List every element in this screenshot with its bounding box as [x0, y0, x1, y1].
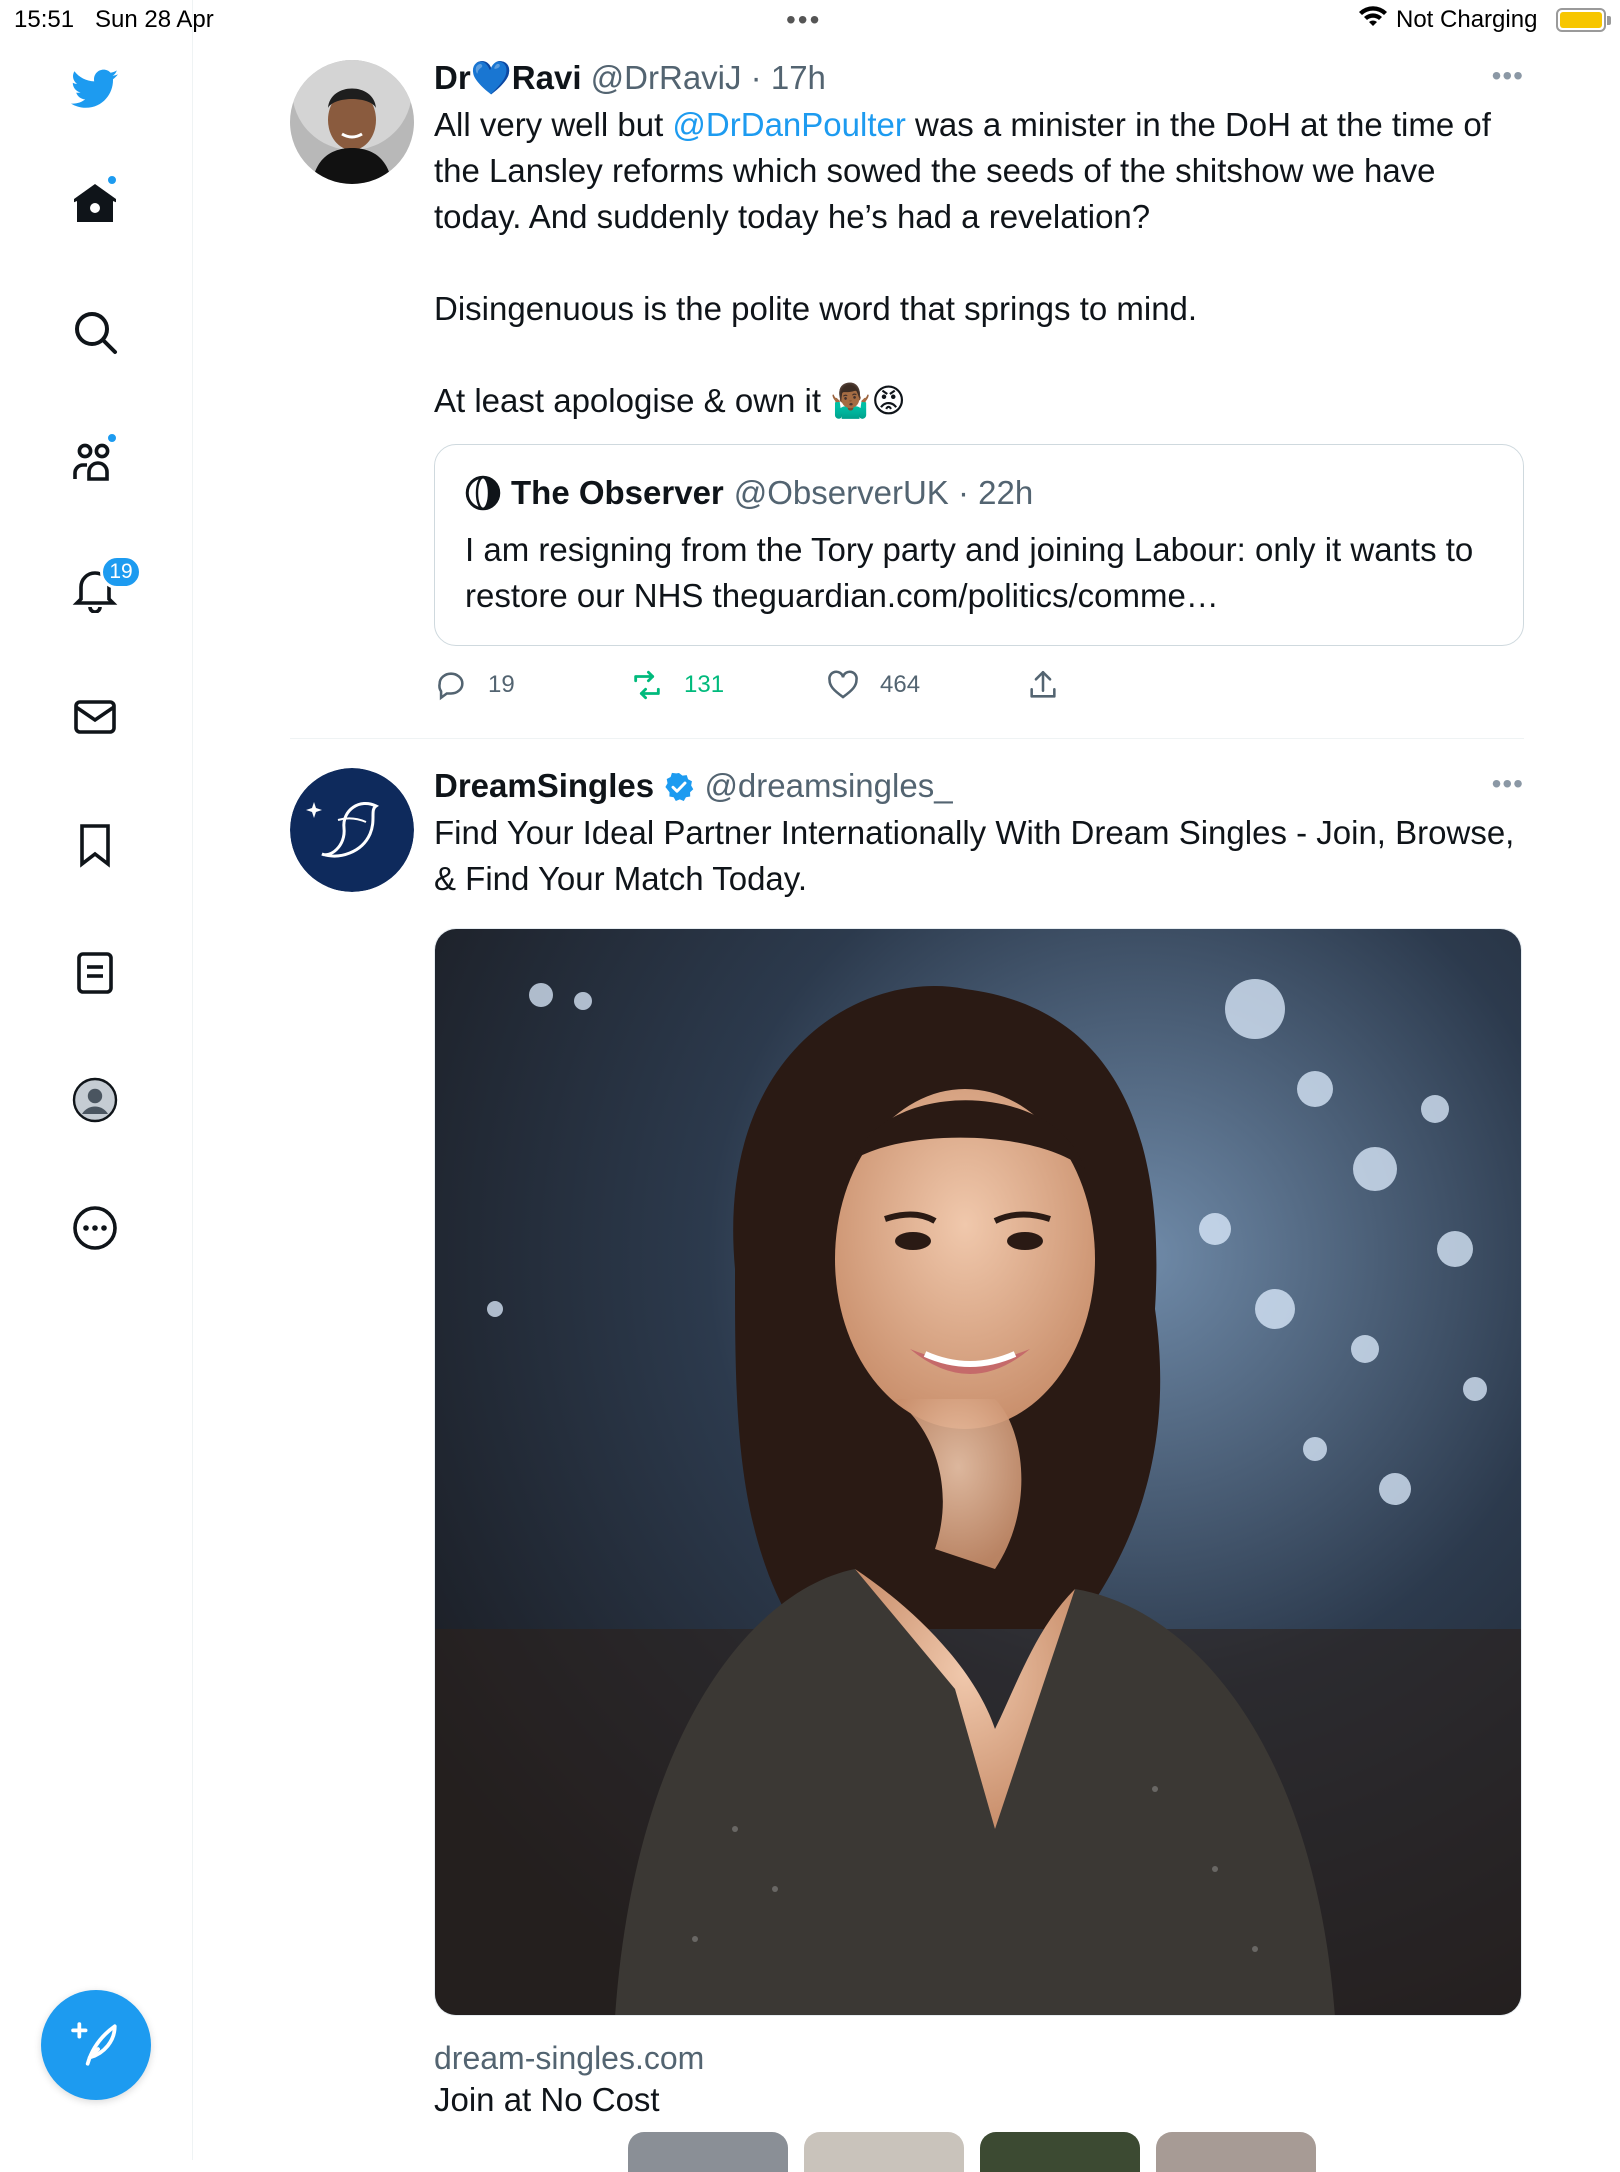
timeline[interactable]: Dr💙Ravi @DrRaviJ · 17h ••• All very well… [194, 0, 1620, 2172]
reply-button[interactable]: 19 [434, 668, 515, 702]
quoted-tweet[interactable]: The Observer @ObserverUK · 22h I am resi… [434, 444, 1524, 646]
author-name[interactable]: DreamSingles [434, 767, 654, 804]
tweet-header: Dr💙Ravi @DrRaviJ · 17h [434, 59, 826, 96]
sidebar: 19 [0, 0, 193, 2160]
home-icon[interactable] [66, 174, 124, 232]
observer-logo-icon [465, 475, 501, 511]
ad-cta[interactable]: Join at No Cost [434, 2081, 1524, 2119]
more-icon[interactable] [66, 1199, 124, 1257]
verified-badge-icon [665, 772, 694, 801]
avatar[interactable] [290, 60, 414, 184]
lists-icon[interactable] [66, 944, 124, 1002]
tweet-paragraph: At least apologise & own it 🤷🏾‍♂️😡 [434, 382, 906, 419]
profile-icon[interactable] [66, 1071, 124, 1129]
author-handle[interactable]: @dreamsingles_ [704, 767, 952, 804]
tweet-time[interactable]: 17h [771, 59, 826, 96]
ad-photo [435, 929, 1521, 2015]
author-handle[interactable]: @DrRaviJ [591, 59, 742, 96]
tweet-actions: 19 131 464 [434, 660, 1524, 720]
notifications-badge: 19 [100, 555, 142, 589]
tweet-paragraph: Disingenuous is the polite word that spr… [434, 290, 1198, 327]
author-name-suffix[interactable]: Ravi [512, 59, 582, 96]
communities-icon[interactable] [66, 432, 124, 490]
quote-author-name: The Observer [511, 474, 724, 511]
ad-thumbnail[interactable] [804, 2132, 964, 2172]
ad-thumbnail[interactable] [628, 2132, 788, 2172]
quote-author-handle: @ObserverUK [733, 474, 949, 511]
share-icon [1030, 670, 1056, 698]
blue-heart-emoji: 💙 [470, 59, 512, 96]
tweet-text: Find Your Ideal Partner Internationally … [434, 814, 1515, 897]
ad-domain[interactable]: dream-singles.com [434, 2040, 1524, 2077]
tweet-divider [290, 738, 1524, 739]
share-button[interactable] [1026, 668, 1060, 702]
quote-time: 22h [978, 474, 1034, 511]
tweet-text: All very well but @DrDanPoulter was a mi… [434, 102, 1524, 424]
like-count: 464 [880, 671, 921, 698]
more-options-icon[interactable]: ••• [1492, 768, 1524, 800]
compose-icon [71, 2022, 117, 2066]
ad-thumbnail[interactable] [1156, 2132, 1316, 2172]
avatar[interactable] [290, 768, 414, 892]
like-button[interactable]: 464 [826, 668, 920, 702]
quote-text: I am resigning from the Tory party and j… [465, 531, 1474, 614]
more-options-icon[interactable]: ••• [1492, 60, 1524, 92]
retweet-count: 131 [684, 671, 725, 698]
ad-thumbnail[interactable] [980, 2132, 1140, 2172]
twitter-logo-icon[interactable] [66, 60, 124, 118]
reply-count: 19 [488, 671, 515, 698]
ad-image[interactable] [434, 928, 1522, 2016]
tweet-header: DreamSingles @dreamsingles_ [434, 764, 1524, 808]
home-unread-dot [106, 174, 118, 186]
reply-icon [438, 672, 464, 701]
search-icon[interactable] [66, 303, 124, 361]
retweet-icon [634, 670, 660, 700]
messages-icon[interactable] [66, 688, 124, 746]
like-icon [828, 670, 858, 699]
communities-unread-dot [106, 432, 118, 444]
author-name-prefix[interactable]: Dr [434, 59, 471, 96]
compose-tweet-button[interactable] [41, 1990, 151, 2100]
retweet-button[interactable]: 131 [630, 668, 724, 702]
mention-link[interactable]: @DrDanPoulter [672, 106, 905, 143]
bookmarks-icon[interactable] [66, 816, 124, 874]
